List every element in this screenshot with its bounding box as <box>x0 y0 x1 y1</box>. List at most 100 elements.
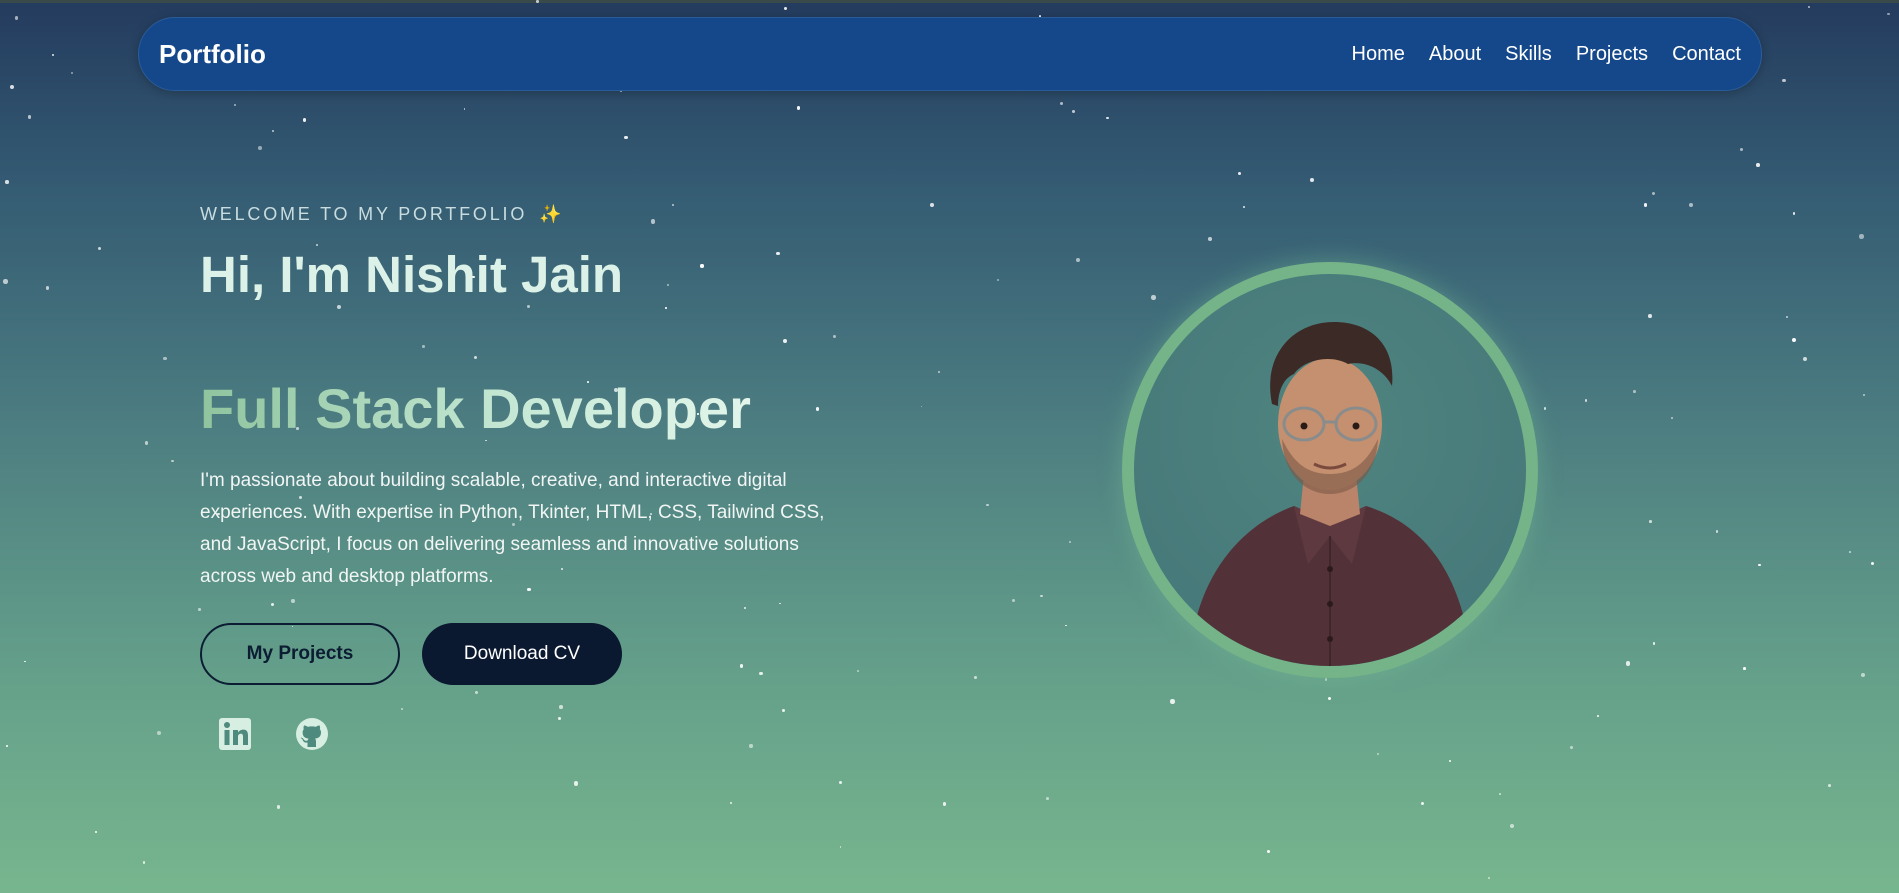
star-dot <box>743 607 746 610</box>
star-dot <box>144 441 149 445</box>
my-projects-button[interactable]: My Projects <box>200 623 400 685</box>
star-dot <box>624 135 628 140</box>
star-dot <box>1715 530 1718 533</box>
star-dot <box>475 691 478 695</box>
star-dot <box>833 334 837 338</box>
nav-link-home[interactable]: Home <box>1352 43 1405 66</box>
star-dot <box>776 251 780 255</box>
star-dot <box>1870 562 1875 566</box>
star-dot <box>70 72 73 75</box>
star-dot <box>94 831 97 834</box>
star-dot <box>930 203 934 208</box>
star-dot <box>1827 784 1831 787</box>
hero-headline: Hi, I'm Nishit Jain <box>200 246 624 303</box>
star-dot <box>421 345 425 348</box>
star-dot <box>1570 746 1574 750</box>
star-dot <box>1543 407 1547 410</box>
brand-logo[interactable]: Portfolio <box>159 39 266 70</box>
star-dot <box>739 664 744 668</box>
star-dot <box>45 286 49 290</box>
star-dot <box>3 279 8 284</box>
nav-link-skills[interactable]: Skills <box>1505 43 1552 66</box>
hero-eyebrow-row: WELCOME TO MY PORTFOLIO ✨ <box>200 204 860 225</box>
profile-photo-frame <box>1122 262 1538 678</box>
star-dot <box>815 407 819 411</box>
star-dot <box>997 278 1000 281</box>
star-dot <box>796 106 800 110</box>
star-dot <box>783 7 787 11</box>
star-dot <box>233 104 237 107</box>
star-dot <box>664 306 667 309</box>
star-dot <box>1065 624 1068 627</box>
star-dot <box>700 264 704 268</box>
person-portrait-illustration <box>1189 322 1472 666</box>
star-dot <box>782 339 787 344</box>
star-dot <box>839 780 843 784</box>
star-dot <box>1012 598 1016 602</box>
star-dot <box>1488 877 1490 879</box>
nav-link-contact[interactable]: Contact <box>1672 43 1741 66</box>
star-dot <box>1059 102 1063 106</box>
star-dot <box>1887 12 1890 15</box>
star-dot <box>1076 258 1081 263</box>
star-dot <box>1068 540 1072 543</box>
star-dot <box>1045 796 1049 800</box>
star-dot <box>156 730 162 736</box>
star-dot <box>1597 715 1600 718</box>
star-dot <box>839 845 842 848</box>
star-dot <box>198 608 201 611</box>
star-dot <box>302 118 307 122</box>
star-dot <box>276 805 281 809</box>
star-dot <box>1584 398 1588 402</box>
star-dot <box>1324 677 1328 681</box>
star-dot <box>1376 753 1379 756</box>
star-dot <box>270 603 275 607</box>
star-dot <box>24 660 26 663</box>
star-dot <box>666 284 669 287</box>
nav-link-about[interactable]: About <box>1429 43 1481 66</box>
github-icon <box>296 718 328 750</box>
star-dot <box>1758 563 1761 567</box>
star-dot <box>730 801 733 805</box>
star-dot <box>974 675 978 679</box>
github-link[interactable] <box>292 714 332 754</box>
star-dot <box>1648 519 1652 523</box>
star-dot <box>1632 390 1636 394</box>
linkedin-link[interactable] <box>215 714 255 754</box>
star-dot <box>1643 203 1647 207</box>
sparkle-icon: ✨ <box>538 204 565 224</box>
nav-link-projects[interactable]: Projects <box>1576 43 1648 66</box>
star-dot <box>1448 759 1452 762</box>
star-dot <box>1648 313 1652 318</box>
star-dot <box>1688 202 1694 208</box>
star-dot <box>1743 667 1747 670</box>
star-dot <box>749 744 753 748</box>
star-dot <box>1151 295 1156 300</box>
star-dot <box>558 716 562 720</box>
star-dot <box>573 781 579 786</box>
star-dot <box>473 355 477 359</box>
star-dot <box>1785 315 1788 318</box>
star-dot <box>1652 641 1656 645</box>
star-dot <box>5 180 9 184</box>
star-dot <box>1670 416 1674 419</box>
star-dot <box>98 247 102 251</box>
star-dot <box>258 145 263 150</box>
star-dot <box>1499 793 1502 796</box>
download-cv-button[interactable]: Download CV <box>422 623 622 685</box>
star-dot <box>170 459 174 463</box>
star-dot <box>271 130 274 132</box>
star-dot <box>1509 823 1514 828</box>
star-dot <box>1756 163 1760 167</box>
star-dot <box>163 356 167 361</box>
star-dot <box>1208 237 1212 241</box>
star-dot <box>1802 357 1807 362</box>
navbar: Portfolio Home About Skills Projects Con… <box>138 17 1762 91</box>
star-dot <box>1862 394 1865 397</box>
star-dot <box>857 670 859 672</box>
hero-eyebrow-text: WELCOME TO MY PORTFOLIO <box>200 204 528 224</box>
starfield-background <box>0 0 1899 893</box>
star-dot <box>1328 696 1332 700</box>
star-dot <box>14 16 19 20</box>
star-dot <box>1309 178 1314 183</box>
